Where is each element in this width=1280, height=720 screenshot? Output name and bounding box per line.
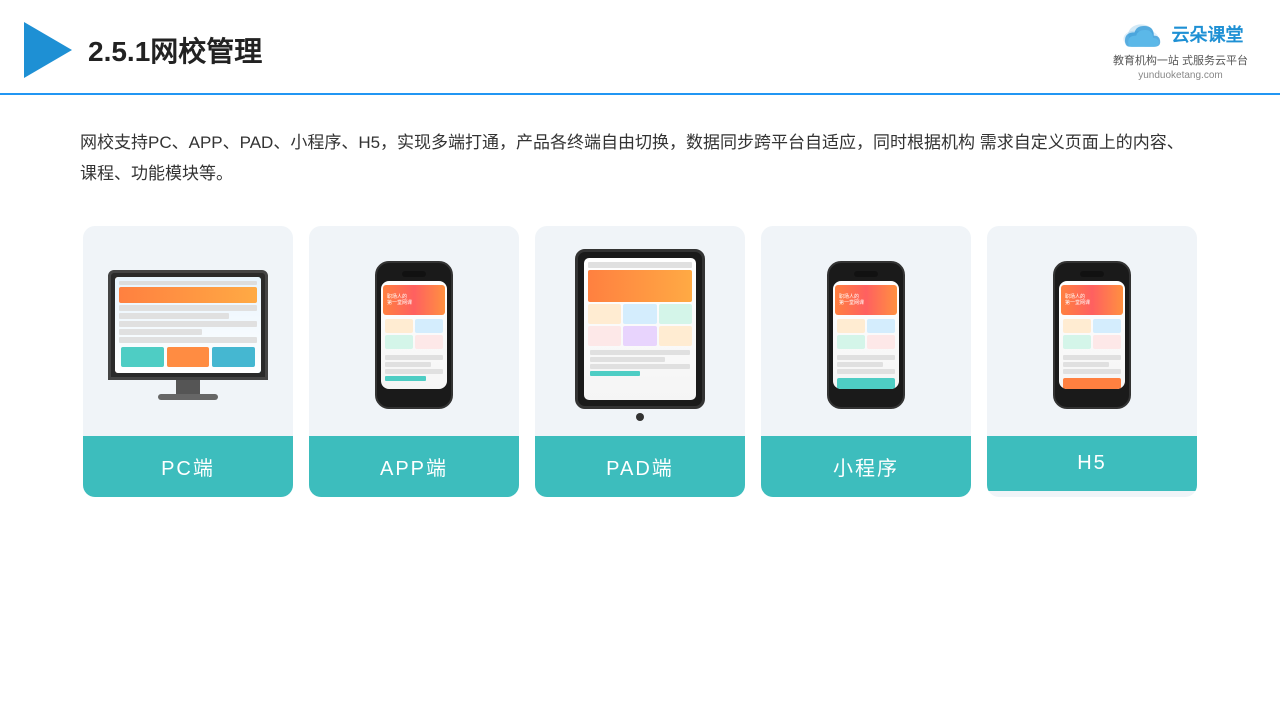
cloud-icon (1117, 18, 1165, 50)
brand-logo: 云朵课堂 (1117, 18, 1243, 50)
brand-tagline: 教育机构一站 式服务云平台 (1113, 52, 1248, 68)
card-h5-label: H5 (987, 436, 1197, 491)
phone-mockup-h5: 职场人的第一堂网课 (1053, 261, 1131, 409)
card-pc-image (83, 226, 293, 436)
card-h5: 职场人的第一堂网课 (987, 226, 1197, 497)
pc-mockup (108, 270, 268, 400)
header: 2.5.1网校管理 云朵课堂 教育机构一站 式服务云平台 yunduoketan… (0, 0, 1280, 95)
card-app: 职场人的第一堂网课 (309, 226, 519, 497)
brand-name: 云朵课堂 (1171, 21, 1243, 47)
card-pad-label: PAD端 (535, 436, 745, 497)
description-text: 网校支持PC、APP、PAD、小程序、H5，实现多端打通，产品各终端自由切换，数… (0, 95, 1280, 202)
header-left: 2.5.1网校管理 (24, 22, 262, 78)
brand-url: yunduoketang.com (1138, 70, 1223, 81)
card-pc: PC端 (83, 226, 293, 497)
page-title: 2.5.1网校管理 (88, 30, 262, 70)
card-app-label: APP端 (309, 436, 519, 497)
card-pc-label: PC端 (83, 436, 293, 497)
card-app-image: 职场人的第一堂网课 (309, 226, 519, 436)
card-miniapp: 职场人的第一堂网课 (761, 226, 971, 497)
phone-mockup-mini: 职场人的第一堂网课 (827, 261, 905, 409)
card-pad: PAD端 (535, 226, 745, 497)
card-miniapp-image: 职场人的第一堂网课 (761, 226, 971, 436)
logo-icon (24, 22, 72, 78)
tablet-mockup (575, 249, 705, 421)
card-pad-image (535, 226, 745, 436)
phone-mockup-app: 职场人的第一堂网课 (375, 261, 453, 409)
description-content: 网校支持PC、APP、PAD、小程序、H5，实现多端打通，产品各终端自由切换，数… (80, 133, 1184, 183)
header-right: 云朵课堂 教育机构一站 式服务云平台 yunduoketang.com (1113, 18, 1248, 81)
platform-cards: PC端 职场人的第一堂网课 (0, 202, 1280, 521)
card-h5-image: 职场人的第一堂网课 (987, 226, 1197, 436)
card-miniapp-label: 小程序 (761, 436, 971, 497)
